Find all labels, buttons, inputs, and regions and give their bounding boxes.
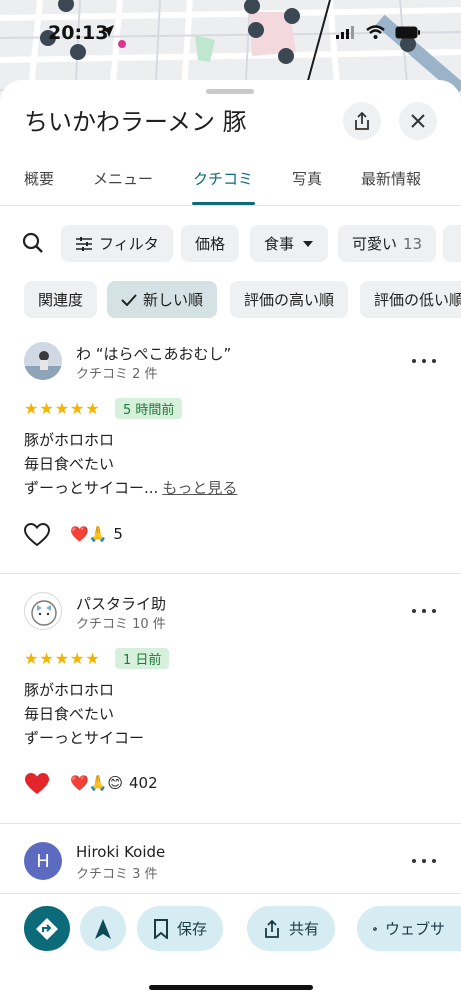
filter-label: フィルタ (99, 235, 159, 253)
tab-photos[interactable]: 写真 (292, 168, 322, 189)
price-chip[interactable]: 価格 (181, 225, 240, 262)
filter-chip[interactable]: フィルタ (61, 225, 173, 262)
save-button[interactable]: 保存 (137, 906, 224, 951)
review-line: 毎日食べたい (24, 705, 115, 723)
bookmark-icon (154, 918, 168, 939)
search-icon[interactable] (22, 232, 44, 254)
home-indicator[interactable] (149, 985, 313, 990)
cute-count: 13 (403, 234, 423, 253)
review-line-last: ずーっとサイコー... もっと見る (24, 476, 237, 500)
more-options-button[interactable] (412, 851, 436, 871)
share-label: 共有 (289, 920, 320, 938)
reaction-emojis: ❤️🙏😊 (70, 774, 123, 792)
reviewer-review-count: クチコミ 3 件 (76, 867, 158, 882)
navigation-arrow-icon (95, 918, 111, 939)
website-button[interactable]: ウェブサ (357, 906, 461, 951)
reviewer-review-count: クチコミ 2 件 (76, 367, 158, 382)
tab-updates[interactable]: 最新情報 (361, 168, 421, 189)
price-label: 価格 (195, 235, 226, 253)
avatar[interactable] (24, 592, 62, 630)
website-label: ウェブサ (384, 920, 445, 938)
avatar-photo (24, 342, 62, 380)
sort-lowest-label: 評価の低い順 (374, 291, 461, 309)
reactions-summary[interactable]: ❤️🙏 5 (70, 525, 123, 543)
tab-overview[interactable]: 概要 (24, 168, 54, 189)
more-chip[interactable] (443, 225, 461, 262)
action-bar: 保存 共有 ウェブサ (0, 893, 461, 963)
sort-highest-label: 評価の高い順 (244, 291, 335, 309)
reviewer-name[interactable]: パスタライ助 (76, 593, 166, 614)
signal-icon (336, 25, 354, 39)
cute-chip[interactable]: 可愛い 13 (338, 225, 437, 262)
meal-chip[interactable]: 食事 (250, 225, 329, 262)
sort-relevance-label: 関連度 (38, 291, 84, 309)
reaction-count: 5 (113, 525, 123, 543)
review-line: 毎日食べたい (24, 455, 115, 473)
directions-button[interactable] (24, 906, 70, 951)
reviewer-name[interactable]: わ “はらぺこあおむし” (76, 343, 231, 364)
directions-icon (36, 917, 58, 940)
like-heart-icon[interactable] (24, 523, 50, 547)
meal-label: 食事 (264, 235, 295, 253)
review-line: 豚がホロホロ (24, 681, 115, 699)
reviewer-review-count: クチコミ 10 件 (76, 617, 166, 632)
status-time: 20:13 (48, 22, 109, 44)
read-more-link[interactable]: もっと見る (162, 479, 237, 497)
divider (0, 573, 461, 574)
share-icon (355, 111, 369, 130)
reaction-emojis: ❤️🙏 (70, 525, 108, 543)
reaction-count: 402 (129, 774, 158, 792)
star-rating: ★★★★★ (24, 399, 101, 418)
sort-highest-chip[interactable]: 評価の高い順 (230, 281, 349, 318)
location-arrow-icon (102, 25, 114, 37)
share-button[interactable] (343, 102, 381, 140)
sliders-icon (76, 236, 92, 251)
tab-reviews[interactable]: クチコミ (193, 168, 253, 189)
review-time-badge: 1 日前 (115, 648, 170, 669)
tab-menu[interactable]: メニュー (93, 168, 153, 189)
place-sheet: ちいかわラーメン 豚 概要 メニュー クチコミ 写真 最新情報 フィルタ 価格 (0, 80, 461, 1000)
review-line: ずーっとサイコー... (24, 479, 159, 497)
globe-icon (373, 926, 377, 931)
avatar-illustration (31, 600, 57, 626)
close-button[interactable] (399, 102, 437, 140)
avatar[interactable] (24, 342, 62, 380)
cute-label: 可愛い (352, 235, 398, 253)
divider (0, 823, 461, 824)
check-icon (121, 293, 137, 306)
sort-newest-label: 新しい順 (143, 291, 204, 309)
caret-down-icon (303, 240, 314, 247)
liked-heart-icon[interactable] (24, 772, 50, 796)
reviewer-name[interactable]: Hiroki Koide (76, 843, 165, 861)
wifi-icon (366, 25, 385, 39)
share-icon (265, 919, 279, 938)
sort-relevance-chip[interactable]: 関連度 (24, 281, 98, 318)
tab-bar: 概要 メニュー クチコミ 写真 最新情報 (0, 164, 461, 206)
status-bar: 20:13 (0, 0, 461, 60)
avatar[interactable]: H (24, 842, 62, 880)
reactions-summary[interactable]: ❤️🙏😊 402 (70, 774, 158, 792)
place-title: ちいかわラーメン 豚 (24, 108, 247, 136)
review-text: 豚がホロホロ 毎日食べたい ずーっとサイコー (24, 678, 144, 750)
active-tab-indicator (192, 202, 255, 205)
sort-newest-chip[interactable]: 新しい順 (107, 281, 218, 318)
share-action-button[interactable]: 共有 (247, 906, 336, 951)
review-time-badge: 5 時間前 (115, 398, 183, 419)
more-options-button[interactable] (412, 601, 436, 621)
review-text: 豚がホロホロ 毎日食べたい ずーっとサイコー... もっと見る (24, 428, 237, 500)
review-line: ずーっとサイコー (24, 729, 145, 747)
more-options-button[interactable] (412, 351, 436, 371)
battery-icon (395, 26, 420, 38)
sort-lowest-chip[interactable]: 評価の低い順 (360, 281, 461, 318)
close-icon (411, 114, 425, 128)
save-label: 保存 (177, 920, 208, 938)
drag-handle[interactable] (206, 89, 254, 94)
review-line: 豚がホロホロ (24, 431, 115, 449)
navigate-button[interactable] (80, 906, 126, 951)
star-rating: ★★★★★ (24, 649, 101, 668)
system-icons (336, 25, 421, 39)
